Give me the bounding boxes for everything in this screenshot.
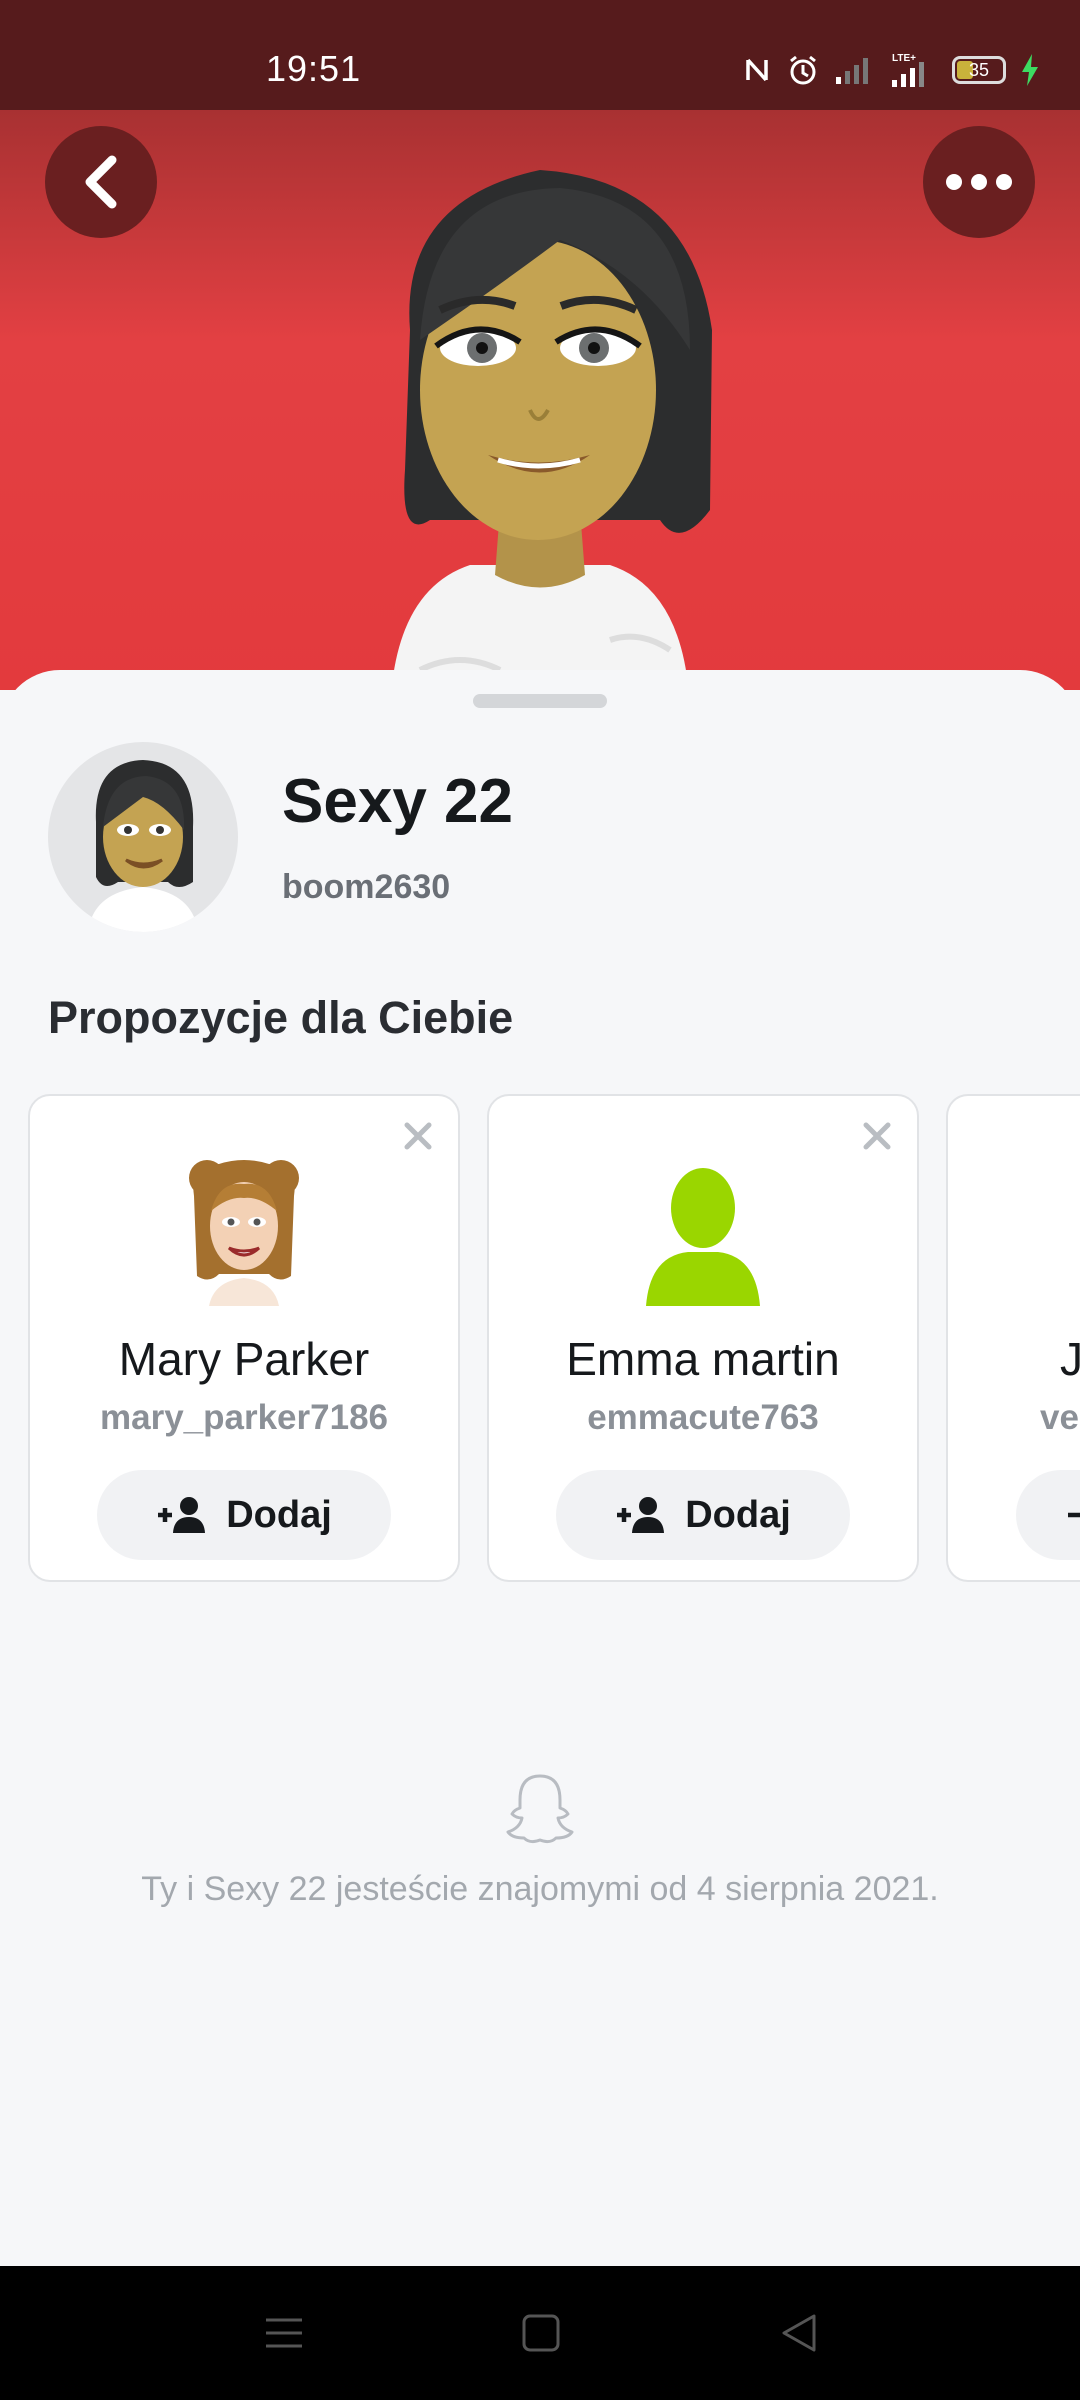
placeholder-avatar-icon — [646, 1168, 760, 1306]
dismiss-button[interactable] — [398, 1116, 438, 1156]
dismiss-button[interactable] — [857, 1116, 897, 1156]
ghost-icon — [506, 1774, 574, 1844]
status-time: 19:51 — [266, 48, 362, 89]
display-name: Sexy 22 — [282, 767, 513, 836]
suggestion-username: mary_parker7186 — [99, 1398, 388, 1437]
add-friend-button[interactable] — [1016, 1470, 1080, 1560]
status-icons: LTE+ 35 — [742, 52, 1040, 88]
menu-icon[interactable] — [264, 2308, 304, 2358]
suggestion-card[interactable]: J ve — [946, 1094, 1080, 1582]
suggestion-card[interactable]: Emma martin emmacute763 Dodaj — [487, 1094, 919, 1582]
add-friend-icon — [617, 1497, 665, 1533]
drag-handle[interactable] — [473, 694, 607, 708]
lte-signal-icon: LTE+ — [892, 53, 924, 87]
battery-icon: 35 — [952, 56, 1006, 84]
alarm-icon — [790, 55, 816, 85]
username: boom2630 — [282, 868, 451, 906]
more-horizontal-icon — [946, 174, 1012, 190]
close-icon — [404, 1122, 432, 1150]
home-icon[interactable] — [521, 2308, 561, 2358]
signal-icon — [836, 58, 868, 84]
suggestions-carousel[interactable]: Mary Parker mary_parker7186 Dodaj Emma m… — [0, 1094, 1080, 1584]
back-nav-icon[interactable] — [778, 2308, 818, 2358]
charging-icon — [1022, 54, 1038, 86]
friends-since-text: Ty i Sexy 22 jesteście znajomymi od 4 si… — [141, 1870, 939, 1908]
suggestion-card[interactable]: Mary Parker mary_parker7186 Dodaj — [28, 1094, 460, 1582]
add-friend-label: Dodaj — [685, 1493, 791, 1536]
suggestion-username: ve — [1040, 1398, 1079, 1437]
suggestion-username: emmacute763 — [587, 1398, 819, 1437]
nfc-icon — [746, 58, 768, 82]
suggestions-title: Propozycje dla Ciebie — [48, 992, 514, 1043]
add-friend-button[interactable]: Dodaj — [556, 1470, 850, 1560]
suggestion-name: Mary Parker — [118, 1333, 370, 1385]
battery-level: 35 — [968, 60, 990, 80]
bitmoji-large — [391, 170, 712, 690]
close-icon — [863, 1122, 891, 1150]
bitmoji-avatar-icon — [88, 760, 198, 932]
chevron-left-icon — [85, 155, 117, 209]
status-bar: 19:51 LTE+ 35 — [0, 0, 1080, 110]
add-friend-label: Dodaj — [226, 1493, 332, 1536]
profile-sheet: Sexy 22 boom2630 Propozycje dla Ciebie M… — [0, 670, 1080, 2266]
network-label: LTE+ — [892, 53, 916, 64]
suggestion-name: Emma martin — [566, 1333, 840, 1385]
system-nav-bar — [0, 2266, 1080, 2400]
profile-hero — [0, 110, 1080, 690]
suggestion-name: J — [1060, 1332, 1080, 1386]
more-options-button[interactable] — [923, 126, 1035, 238]
add-friend-button[interactable]: Dodaj — [97, 1470, 391, 1560]
add-friend-icon — [1068, 1512, 1080, 1518]
avatar[interactable] — [48, 742, 238, 932]
back-button[interactable] — [45, 126, 157, 238]
bitmoji-avatar-icon — [189, 1160, 299, 1306]
add-friend-icon — [158, 1497, 206, 1533]
